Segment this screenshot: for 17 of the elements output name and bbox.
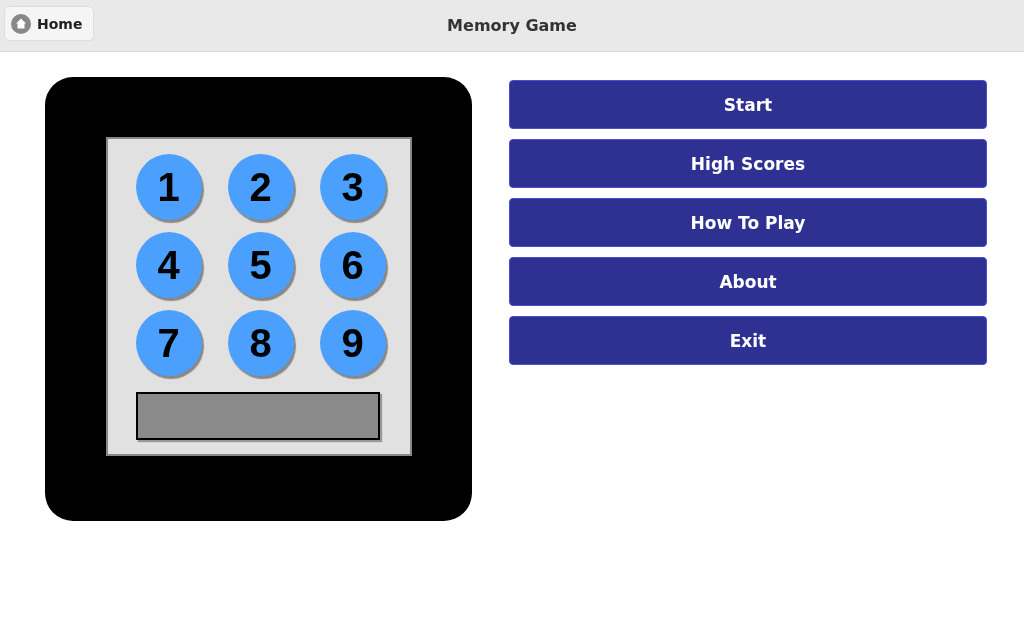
number-key[interactable]: 5 [227,232,294,298]
number-key[interactable]: 7 [135,310,202,376]
menu-button[interactable]: High Scores [509,139,987,188]
number-key[interactable]: 3 [319,154,386,220]
home-button[interactable]: Home [4,6,94,41]
menu-button[interactable]: How To Play [509,198,987,247]
number-key[interactable]: 9 [319,310,386,376]
page-title: Memory Game [447,16,577,35]
number-key[interactable]: 6 [319,232,386,298]
menu-button[interactable]: About [509,257,987,306]
menu-button[interactable]: Start [509,80,987,129]
number-key[interactable]: 8 [227,310,294,376]
number-key[interactable]: 2 [227,154,294,220]
menu-button[interactable]: Exit [509,316,987,365]
number-key[interactable]: 1 [135,154,202,220]
number-key[interactable]: 4 [135,232,202,298]
home-icon [11,13,31,34]
